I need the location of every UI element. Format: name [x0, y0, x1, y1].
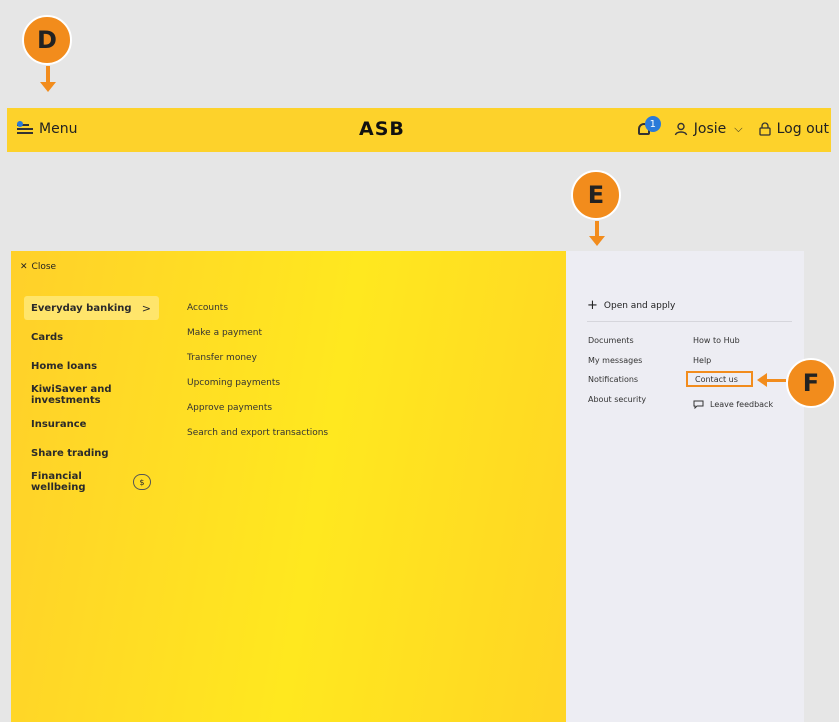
subitem-make-payment[interactable]: Make a payment [187, 328, 328, 353]
link-about-security[interactable]: About security [588, 395, 646, 415]
category-label: Insurance [31, 418, 87, 430]
category-label: Everyday banking [31, 302, 132, 314]
divider [587, 321, 792, 322]
link-notifications[interactable]: Notifications [588, 375, 646, 395]
category-share-trading[interactable]: Share trading [24, 441, 159, 465]
menu-label: Menu [39, 121, 78, 137]
category-financial-wellbeing[interactable]: Financial wellbeing $ [24, 470, 159, 494]
category-home-loans[interactable]: Home loans [24, 354, 159, 378]
category-cards[interactable]: Cards [24, 325, 159, 349]
open-apply-label: Open and apply [603, 300, 676, 311]
logout-button[interactable]: Log out [777, 121, 829, 137]
subitem-upcoming-payments[interactable]: Upcoming payments [187, 378, 328, 403]
chevron-down-icon[interactable]: ⌵ [734, 122, 742, 136]
category-label: KiwiSaver and investments [31, 384, 112, 406]
category-list: Everyday banking > Cards Home loans Kiwi… [24, 296, 159, 499]
plus-icon: + [587, 298, 598, 313]
subitem-search-export[interactable]: Search and export transactions [187, 428, 328, 453]
contact-us-highlight [686, 371, 753, 387]
link-leave-feedback[interactable]: Leave feedback [693, 395, 773, 415]
category-everyday-banking[interactable]: Everyday banking > [24, 296, 159, 320]
menu-icon [17, 121, 33, 134]
close-label: Close [31, 262, 57, 272]
callout-arrow-d [40, 66, 56, 92]
callout-marker-d: D [22, 15, 72, 65]
menu-button[interactable]: Menu [17, 121, 77, 137]
asb-logo[interactable]: ASB [359, 118, 405, 140]
heart-dollar-icon: $ [132, 474, 151, 490]
link-how-to-hub[interactable]: How to Hub [693, 336, 773, 356]
side-links-left: Documents My messages Notifications Abou… [588, 336, 646, 414]
callout-marker-f: F [786, 358, 836, 408]
user-icon [674, 122, 687, 136]
callout-arrow-f [757, 373, 786, 387]
subitem-accounts[interactable]: Accounts [187, 303, 328, 328]
open-and-apply-button[interactable]: + Open and apply [587, 298, 675, 313]
category-kiwisaver[interactable]: KiwiSaver and investments [24, 383, 159, 407]
subitem-transfer-money[interactable]: Transfer money [187, 353, 328, 378]
link-my-messages[interactable]: My messages [588, 356, 646, 376]
notifications-button[interactable]: 1 [637, 116, 661, 138]
chevron-right-icon: > [141, 301, 151, 315]
link-documents[interactable]: Documents [588, 336, 646, 356]
comment-icon [693, 400, 704, 409]
category-label: Financial wellbeing [31, 471, 86, 493]
close-icon: ✕ [20, 262, 28, 272]
user-name[interactable]: Josie [694, 121, 727, 137]
notification-badge: 1 [644, 116, 661, 132]
category-label: Home loans [31, 360, 98, 372]
menu-panel: ✕ Close Everyday banking > Cards Home lo… [11, 251, 566, 722]
callout-marker-e: E [571, 170, 621, 220]
close-button[interactable]: ✕ Close [20, 262, 56, 272]
callout-arrow-e [589, 221, 605, 246]
category-insurance[interactable]: Insurance [24, 412, 159, 436]
subitem-list: Accounts Make a payment Transfer money U… [187, 303, 328, 453]
category-label: Cards [31, 331, 64, 343]
category-label: Share trading [31, 447, 109, 459]
leave-feedback-label: Leave feedback [710, 399, 774, 409]
top-header-bar: Menu ASB 1 Josie ⌵ Log out [7, 108, 831, 152]
subitem-approve-payments[interactable]: Approve payments [187, 403, 328, 428]
side-panel: + Open and apply Documents My messages N… [566, 251, 804, 722]
lock-icon [758, 122, 771, 136]
